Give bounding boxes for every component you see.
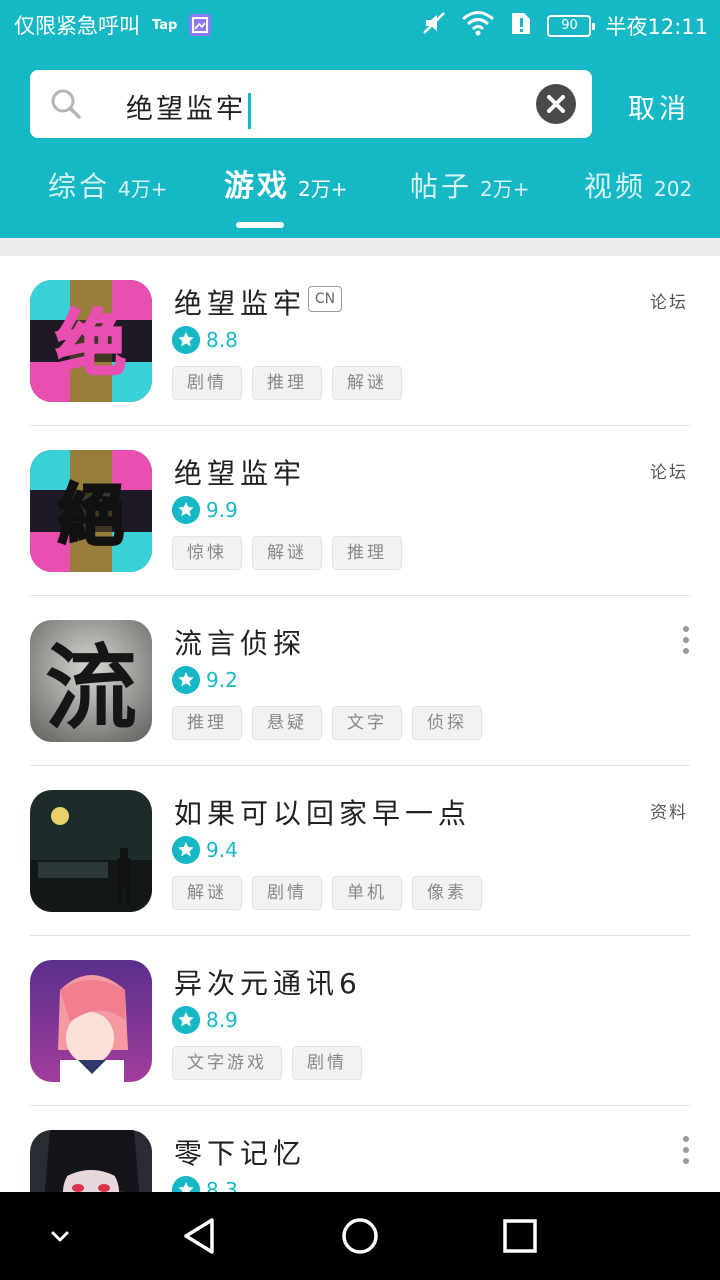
game-title[interactable]: 如果可以回家早一点	[174, 792, 471, 832]
tag-list: 剧情 推理 解谜	[172, 366, 402, 400]
tab-games[interactable]: 游戏 2万+	[224, 161, 347, 205]
tag[interactable]: 剧情	[252, 876, 322, 910]
section-divider	[0, 238, 720, 256]
game-title[interactable]: 绝望监牢	[174, 282, 306, 322]
forum-link[interactable]: 论坛	[650, 458, 688, 483]
game-thumbnail[interactable]: 絕	[30, 450, 152, 572]
tag[interactable]: 解谜	[332, 366, 402, 400]
game-title[interactable]: 流言侦探	[174, 622, 306, 662]
game-thumbnail[interactable]: 流	[30, 620, 152, 742]
more-vertical-icon[interactable]	[682, 626, 690, 654]
tap-notification-icon: Tap	[152, 17, 178, 33]
star-icon	[172, 496, 200, 524]
wifi-icon	[461, 10, 495, 41]
cancel-button[interactable]: 取消	[628, 87, 690, 126]
tag[interactable]: 悬疑	[252, 706, 322, 740]
list-item[interactable]: 绝 绝望监牢 CN 论坛 8.8 剧情 推理 解谜	[0, 256, 720, 426]
list-item[interactable]: 絕 绝望监牢 论坛 9.9 惊悚 解谜 推理	[0, 426, 720, 596]
game-thumbnail[interactable]	[30, 790, 152, 912]
list-item[interactable]: 流 流言侦探 9.2 推理 悬疑 文字 侦探	[0, 596, 720, 766]
game-rating: 9.2	[206, 668, 238, 692]
home-icon[interactable]	[336, 1212, 384, 1260]
list-item[interactable]: 零下记忆 8.3	[0, 1106, 720, 1192]
tab-posts[interactable]: 帖子 2万+	[410, 165, 530, 205]
tag-list: 文字游戏 剧情	[172, 1046, 362, 1080]
tag[interactable]: 单机	[332, 876, 402, 910]
active-tab-indicator	[236, 222, 284, 228]
tab-all[interactable]: 综合 4万+	[48, 165, 168, 205]
info-link[interactable]: 资料	[650, 798, 688, 823]
recent-apps-icon[interactable]	[496, 1212, 544, 1260]
star-icon	[172, 1176, 200, 1192]
game-rating: 9.4	[206, 838, 238, 862]
tab-videos[interactable]: 视频 202	[584, 165, 692, 205]
back-icon[interactable]	[176, 1212, 224, 1260]
game-rating: 8.8	[206, 328, 238, 352]
game-thumbnail[interactable]	[30, 1130, 152, 1192]
game-title[interactable]: 异次元通讯6	[174, 962, 362, 1002]
forum-link[interactable]: 论坛	[650, 288, 688, 313]
result-tabs: 综合 4万+ 游戏 2万+ 帖子 2万+ 视频 202	[0, 165, 720, 225]
star-icon	[172, 666, 200, 694]
sim-alert-icon	[509, 10, 533, 41]
game-thumbnail[interactable]	[30, 960, 152, 1082]
tag[interactable]: 推理	[252, 366, 322, 400]
search-input[interactable]: 绝望监牢	[30, 70, 592, 138]
game-title[interactable]: 绝望监牢	[174, 452, 306, 492]
tag[interactable]: 剧情	[292, 1046, 362, 1080]
search-query[interactable]: 绝望监牢	[126, 87, 251, 129]
game-rating: 8.3	[206, 1178, 238, 1192]
tag[interactable]: 文字游戏	[172, 1046, 282, 1080]
tag-list: 推理 悬疑 文字 侦探	[172, 706, 482, 740]
mute-icon	[421, 10, 447, 41]
gallery-notification-icon	[189, 14, 212, 36]
region-badge: CN	[308, 286, 342, 312]
list-item[interactable]: 如果可以回家早一点 资料 9.4 解谜 剧情 单机 像素	[0, 766, 720, 936]
svg-text:絕: 絕	[58, 477, 124, 554]
tag[interactable]: 解谜	[172, 876, 242, 910]
tag[interactable]: 剧情	[172, 366, 242, 400]
tag[interactable]: 像素	[412, 876, 482, 910]
clock: 半夜12:11	[605, 14, 708, 39]
close-icon	[547, 95, 565, 113]
star-icon	[172, 836, 200, 864]
battery-indicator: 90	[547, 14, 596, 37]
more-vertical-icon[interactable]	[682, 1136, 690, 1164]
text-caret	[248, 92, 251, 129]
system-navigation-bar	[0, 1192, 720, 1280]
tag[interactable]: 侦探	[412, 706, 482, 740]
tag[interactable]: 文字	[332, 706, 402, 740]
svg-text:流: 流	[45, 634, 137, 742]
search-icon	[51, 89, 81, 119]
tag-list: 惊悚 解谜 推理	[172, 536, 402, 570]
list-item[interactable]: 异次元通讯6 8.9 文字游戏 剧情	[0, 936, 720, 1106]
game-rating: 8.9	[206, 1008, 238, 1032]
star-icon	[172, 326, 200, 354]
tag[interactable]: 推理	[332, 536, 402, 570]
status-bar: 仅限紧急呼叫 Tap 90 半夜12:11	[0, 0, 720, 48]
game-result-list: 绝 绝望监牢 CN 论坛 8.8 剧情 推理 解谜 絕 绝望监牢 论坛 9.9 …	[0, 256, 720, 1192]
tag[interactable]: 解谜	[252, 536, 322, 570]
game-rating: 9.9	[206, 498, 238, 522]
svg-text:绝: 绝	[56, 303, 126, 385]
game-thumbnail[interactable]: 绝	[30, 280, 152, 402]
game-title[interactable]: 零下记忆	[174, 1132, 306, 1172]
app-header: 仅限紧急呼叫 Tap 90 半夜12:11 绝望监牢 取消 综合 4万+ 游戏 …	[0, 0, 720, 238]
tag-list: 解谜 剧情 单机 像素	[172, 876, 482, 910]
tag[interactable]: 推理	[172, 706, 242, 740]
star-icon	[172, 1006, 200, 1034]
tag[interactable]: 惊悚	[172, 536, 242, 570]
carrier-text: 仅限紧急呼叫	[14, 14, 140, 38]
clear-search-button[interactable]	[536, 84, 576, 124]
chevron-down-icon[interactable]	[36, 1212, 84, 1260]
